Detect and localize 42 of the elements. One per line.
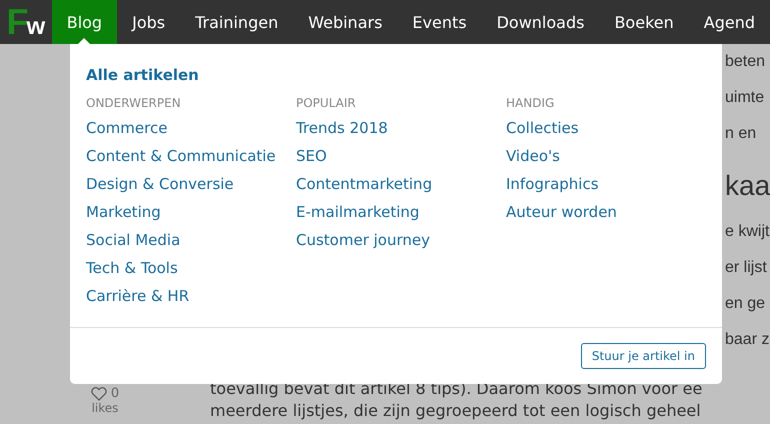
menu-link[interactable]: Video's — [506, 142, 560, 170]
menu-link[interactable]: Infographics — [506, 170, 599, 198]
nav-tab[interactable]: Jobs — [117, 0, 180, 44]
menu-link[interactable]: Tech & Tools — [86, 254, 178, 282]
menu-link[interactable]: Content & Communicatie — [86, 142, 276, 170]
menu-link[interactable]: Contentmarketing — [296, 170, 432, 198]
menu-link[interactable]: Commerce — [86, 114, 168, 142]
article-text: meerdere lijstjes, die zijn gegroepeerd tot een logisch geheel — [210, 400, 702, 422]
all-articles-link[interactable]: Alle artikelen — [86, 66, 199, 84]
menu-link[interactable]: Customer journey — [296, 226, 430, 254]
article-heading: kaa — [725, 169, 770, 203]
menu-link[interactable]: Carrière & HR — [86, 282, 190, 310]
column-heading: POPULAIR — [296, 95, 356, 112]
heart-icon[interactable] — [90, 386, 107, 400]
menu-link[interactable]: Social Media — [86, 226, 180, 254]
article-text: e kwijt — [725, 222, 770, 242]
article-text: en ge — [725, 294, 766, 314]
nav-tab[interactable]: Agend — [688, 0, 770, 44]
menu-link[interactable]: Marketing — [86, 198, 161, 226]
article-text: er lijst — [725, 258, 768, 278]
nav-tab[interactable]: Downloads — [482, 0, 600, 44]
column-heading: ONDERWERPEN — [86, 95, 181, 112]
menu-link[interactable]: E-mailmarketing — [296, 198, 420, 226]
menu-link[interactable]: Design & Conversie — [86, 170, 234, 198]
submit-article-button[interactable]: Stuur je artikel in — [580, 343, 706, 369]
nav-tab[interactable]: Boeken — [599, 0, 689, 44]
article-text: beten — [725, 52, 766, 72]
menu-link[interactable]: Trends 2018 — [296, 114, 388, 142]
article-text: baar z — [725, 330, 770, 350]
like-count: 0 — [110, 386, 120, 401]
likes-label: likes — [92, 401, 118, 415]
nav-tab[interactable]: Webinars — [293, 0, 398, 44]
nav-tab[interactable]: Events — [397, 0, 482, 44]
menu-link[interactable]: Auteur worden — [506, 198, 617, 226]
logo[interactable]: Fw — [0, 0, 52, 44]
article-text: n en — [725, 124, 758, 144]
article-text: uimte — [725, 88, 766, 108]
menu-link[interactable]: Collecties — [506, 114, 579, 142]
nav-tab[interactable]: Trainingen — [180, 0, 294, 44]
menu-link[interactable]: SEO — [296, 142, 327, 170]
column-heading: HANDIG — [506, 95, 554, 112]
nav-tab[interactable]: Blog — [52, 0, 118, 44]
